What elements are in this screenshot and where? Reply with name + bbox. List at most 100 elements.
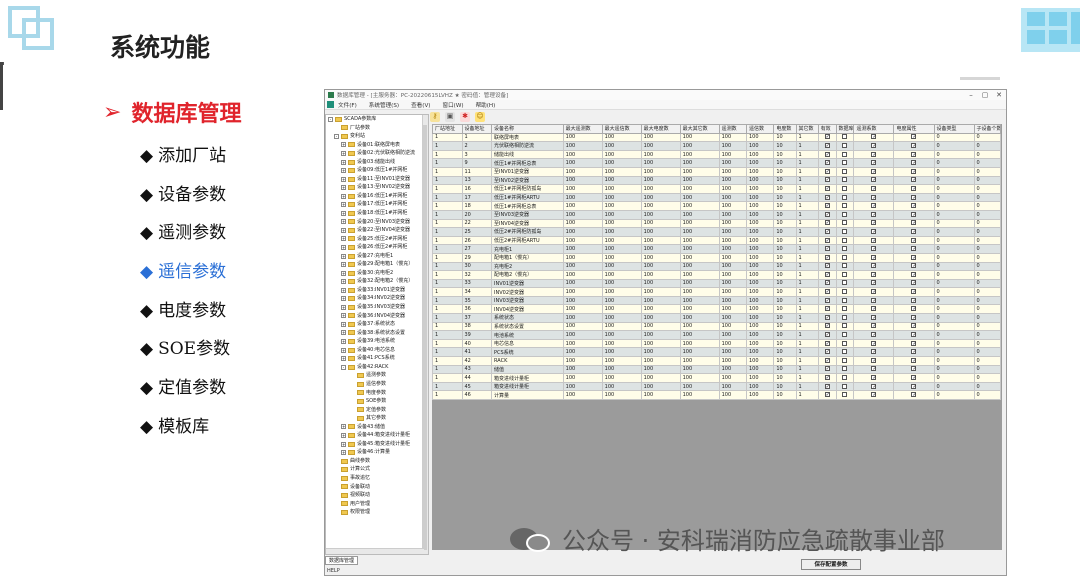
tree-node[interactable]: - 变利站	[326, 132, 428, 141]
checkbox-checked-icon[interactable]: ✓	[824, 314, 830, 320]
table-cell[interactable]: 低压1#并网柜总表	[491, 158, 564, 168]
checkbox-unchecked-icon[interactable]	[842, 383, 848, 389]
table-cell-checkbox[interactable]: ✓	[817, 313, 837, 323]
checkbox-checked-icon[interactable]: ✓	[911, 383, 917, 389]
table-cell-checkbox[interactable]: ✓	[893, 330, 935, 340]
tree-node[interactable]: + 设备38:系统状态设置	[326, 329, 428, 338]
table-cell[interactable]: 0	[933, 158, 975, 168]
table-cell[interactable]: 系统状态设置	[491, 321, 564, 332]
tree-node[interactable]: 遥信参数	[326, 380, 428, 389]
table-cell[interactable]: 10	[773, 192, 797, 203]
table-cell[interactable]: 配电箱2（慢充）	[491, 270, 564, 280]
table-cell-checkbox[interactable]: ✓	[817, 227, 837, 237]
table-cell-checkbox[interactable]: ✓	[893, 149, 935, 160]
table-cell[interactable]: 100	[745, 252, 775, 263]
table-cell[interactable]: 箱变进线计量柜	[491, 373, 564, 383]
table-cell[interactable]: 1	[795, 166, 819, 177]
table-cell-checkbox[interactable]	[835, 347, 855, 358]
table-cell[interactable]: 100	[640, 364, 681, 375]
checkbox-checked-icon[interactable]: ✓	[911, 194, 917, 200]
checkbox-checked-icon[interactable]: ✓	[824, 289, 830, 295]
checkbox-checked-icon[interactable]: ✓	[871, 263, 877, 269]
table-cell[interactable]: 100	[640, 227, 681, 237]
table-cell[interactable]: 100	[562, 244, 603, 254]
table-cell[interactable]: 10	[773, 347, 797, 358]
table-cell[interactable]: 100	[640, 166, 681, 177]
table-cell-checkbox[interactable]: ✓	[853, 209, 895, 220]
table-cell[interactable]: 100	[718, 295, 747, 306]
table-cell[interactable]: 100	[562, 149, 603, 160]
table-cell[interactable]: 100	[679, 141, 720, 151]
table-cell-checkbox[interactable]: ✓	[817, 141, 837, 151]
table-cell[interactable]: 1	[432, 175, 463, 186]
column-header[interactable]: 其它数	[795, 124, 819, 134]
table-row[interactable]: 1 29 配电箱1（慢充） 100 100 100 100 100 100 10 1 ✓ ✓ ✓ 0 0	[432, 252, 1002, 263]
table-cell[interactable]: 100	[718, 158, 747, 168]
table-cell[interactable]: 100	[745, 313, 775, 323]
table-cell[interactable]: 100	[718, 356, 747, 366]
table-row[interactable]: 1 25 低压2#并网柜防孤岛 100 100 100 100 100 100 10 1 ✓ ✓ ✓ 0 0	[432, 227, 1002, 237]
tree-node[interactable]: 定值参数	[326, 406, 428, 415]
checkbox-checked-icon[interactable]: ✓	[824, 349, 830, 355]
table-cell[interactable]: 电芯信息	[491, 338, 564, 349]
checkbox-checked-icon[interactable]: ✓	[911, 306, 917, 312]
menu-help[interactable]: 帮助(H)	[476, 101, 496, 109]
checkbox-checked-icon[interactable]: ✓	[871, 254, 877, 260]
checkbox-unchecked-icon[interactable]	[842, 306, 848, 312]
table-cell[interactable]: 100	[745, 244, 775, 254]
table-cell[interactable]: 100	[640, 132, 681, 143]
table-cell[interactable]: 100	[745, 381, 775, 392]
checkbox-unchecked-icon[interactable]	[842, 168, 848, 174]
table-cell[interactable]: 100	[679, 364, 720, 375]
checkbox-unchecked-icon[interactable]	[842, 194, 848, 200]
table-cell-checkbox[interactable]: ✓	[853, 141, 895, 151]
table-cell[interactable]: 100	[718, 175, 747, 186]
checkbox-checked-icon[interactable]: ✓	[871, 168, 877, 174]
table-cell[interactable]: 0	[933, 381, 975, 392]
table-cell[interactable]: 100	[745, 364, 775, 375]
table-cell-checkbox[interactable]: ✓	[853, 201, 895, 211]
table-cell[interactable]: 1	[432, 149, 463, 160]
tree-node[interactable]: + 设备39:电池系统	[326, 337, 428, 346]
table-cell[interactable]: 1	[432, 338, 463, 349]
table-cell[interactable]: 10	[773, 321, 797, 332]
table-cell[interactable]: 储值	[491, 364, 564, 375]
table-cell-checkbox[interactable]: ✓	[817, 192, 837, 203]
checkbox-checked-icon[interactable]: ✓	[911, 314, 917, 320]
table-cell-checkbox[interactable]: ✓	[893, 364, 935, 375]
table-cell[interactable]: 100	[718, 184, 747, 194]
table-cell-checkbox[interactable]	[835, 381, 855, 392]
table-cell[interactable]: 0	[973, 184, 1002, 194]
table-cell-checkbox[interactable]: ✓	[893, 227, 935, 237]
table-cell-checkbox[interactable]: ✓	[817, 252, 837, 263]
checkbox-unchecked-icon[interactable]	[842, 289, 848, 295]
checkbox-checked-icon[interactable]: ✓	[871, 349, 877, 355]
table-row[interactable]: 1 27 充电柜1 100 100 100 100 100 100 10 1 ✓ ✓ ✓ 0 0	[432, 244, 1002, 254]
maximize-icon[interactable]: ▢	[978, 90, 992, 100]
table-cell[interactable]: 0	[973, 321, 1002, 332]
table-cell-checkbox[interactable]: ✓	[893, 175, 935, 186]
tree-node[interactable]: 厂站参数	[326, 124, 428, 133]
table-cell[interactable]: 1	[795, 330, 819, 340]
table-cell[interactable]: 38	[461, 321, 492, 332]
table-cell[interactable]: 100	[601, 218, 642, 229]
table-cell[interactable]: 10	[773, 141, 797, 151]
table-cell[interactable]: 100	[640, 201, 681, 211]
table-cell[interactable]: 0	[933, 295, 975, 306]
table-cell[interactable]: 0	[933, 132, 975, 143]
table-cell-checkbox[interactable]: ✓	[853, 227, 895, 237]
table-cell[interactable]: 0	[933, 149, 975, 160]
tree-node[interactable]: + 设备18:低压1#并网柜	[326, 209, 428, 218]
table-cell-checkbox[interactable]: ✓	[817, 373, 837, 383]
checkbox-checked-icon[interactable]: ✓	[824, 228, 830, 234]
table-cell[interactable]: 100	[601, 158, 642, 168]
table-cell[interactable]: 10	[773, 295, 797, 306]
table-cell[interactable]: 100	[718, 201, 747, 211]
table-cell[interactable]: 100	[745, 330, 775, 340]
table-cell-checkbox[interactable]: ✓	[853, 381, 895, 392]
table-cell-checkbox[interactable]: ✓	[893, 218, 935, 229]
checkbox-checked-icon[interactable]: ✓	[871, 357, 877, 363]
table-cell-checkbox[interactable]: ✓	[853, 270, 895, 280]
table-cell[interactable]: 100	[679, 278, 720, 289]
table-cell-checkbox[interactable]: ✓	[893, 304, 935, 315]
